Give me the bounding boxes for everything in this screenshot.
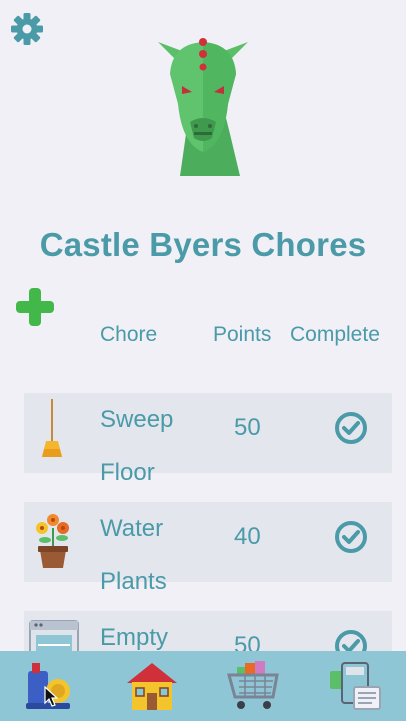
column-header-points: Points [213,323,272,346]
complete-button[interactable] [334,411,368,445]
calculator-money-icon [330,662,382,710]
tab-shop[interactable] [203,651,305,721]
dishwasher-icon [28,615,86,651]
broom-icon [28,397,86,469]
column-header-complete: Complete [290,323,380,346]
chore-points: 40 [234,523,261,550]
chore-name: Sweep Floor [100,406,174,486]
add-chore-button[interactable] [14,286,56,328]
shopping-cart-icon [226,661,279,709]
chore-row[interactable]: Water Plants 40 [24,502,392,595]
chore-list[interactable]: Sweep Floor 50 Water Plants 40 Empty 50 [0,393,406,651]
gear-icon [11,13,43,45]
complete-button[interactable] [334,629,368,651]
chore-points: 50 [234,632,261,651]
app-mascot [150,34,256,184]
chore-row[interactable]: Sweep Floor 50 [24,393,392,486]
flower-pot-icon [28,506,86,578]
bottom-tab-bar [0,651,406,721]
house-icon [127,663,178,710]
chore-name: Water Plants [100,515,167,595]
page-title: Castle Byers Chores [39,226,367,263]
demogorgon-mascot-icon [158,38,248,176]
column-header-chore: Chore [100,323,158,346]
check-circle-icon [335,412,367,444]
check-circle-icon [335,630,367,651]
chore-points: 50 [234,414,261,441]
tab-home[interactable] [102,651,204,721]
check-circle-icon [335,521,367,553]
chore-name: Empty [100,624,169,651]
complete-button[interactable] [334,520,368,554]
tab-bank[interactable] [305,651,406,721]
chore-row[interactable]: Empty 50 [24,611,392,651]
settings-button[interactable] [10,12,44,46]
mouse-cursor-icon [44,686,58,707]
plus-icon [16,288,54,326]
